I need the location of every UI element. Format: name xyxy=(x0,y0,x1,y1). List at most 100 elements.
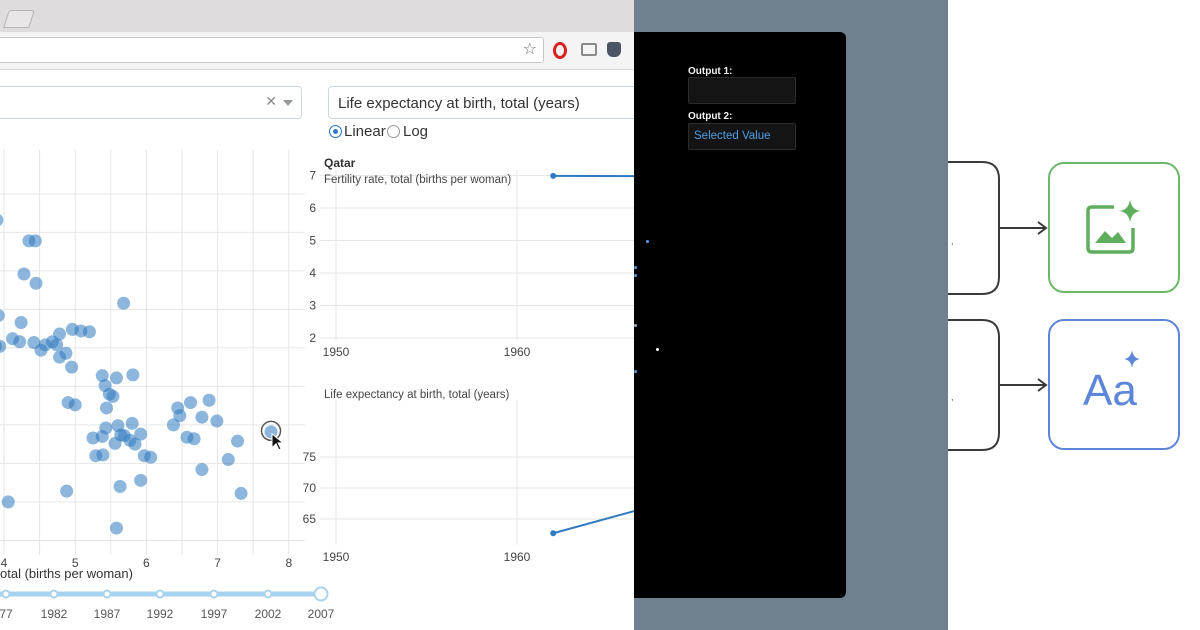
scatter-point xyxy=(1,495,15,509)
scatter-point xyxy=(0,214,4,226)
scatter-point xyxy=(68,398,82,412)
series-line xyxy=(553,174,634,178)
slider-mark xyxy=(155,589,165,599)
scatter-point xyxy=(95,429,109,443)
output2-label: Output 2: xyxy=(688,111,733,122)
y-tick-label: 5 xyxy=(309,234,316,248)
scatter-point xyxy=(137,449,151,463)
chart-dot xyxy=(634,324,637,327)
scatter-point xyxy=(96,448,110,462)
chevron-down-icon[interactable] xyxy=(283,100,293,106)
x-tick-label: 6 xyxy=(143,556,150,570)
radio-linear-label[interactable]: Linear xyxy=(344,123,386,140)
scatter-point xyxy=(106,389,120,403)
scatter-point xyxy=(0,339,7,353)
scatter-point xyxy=(29,276,43,290)
slider-year-label: 1982 xyxy=(41,607,68,621)
extension-icon[interactable] xyxy=(607,42,621,57)
chart-dot xyxy=(634,266,637,269)
cast-icon[interactable] xyxy=(581,43,597,56)
svg-text:Aa: Aa xyxy=(1083,366,1137,415)
address-bar[interactable]: ☆ xyxy=(0,37,544,63)
scatter-point xyxy=(100,401,114,415)
image-generation-node[interactable] xyxy=(1048,162,1180,293)
chart-y-label: Life expectancy at birth, total (years) xyxy=(324,389,510,401)
slider-mark xyxy=(49,589,59,599)
chart-dot xyxy=(634,370,637,373)
scatter-point xyxy=(234,486,248,500)
fertility-line-chart[interactable]: 2345671950196019701980QatarFertility rat… xyxy=(300,150,634,365)
x-tick-label: 1960 xyxy=(504,345,531,359)
slider-year-label: 1992 xyxy=(147,607,174,621)
series-point xyxy=(550,172,557,179)
x-tick-label: 8 xyxy=(285,556,292,570)
scatter-point xyxy=(13,335,27,349)
scatter-point xyxy=(109,521,123,535)
dark-app-window: Output 1: Output 2: Selected Value xyxy=(634,32,846,598)
scatter-point xyxy=(195,410,209,424)
opera-icon[interactable] xyxy=(553,42,567,59)
svg-text:,: , xyxy=(951,236,954,246)
scatter-point xyxy=(221,453,235,467)
scatter-point xyxy=(113,480,127,493)
image-sparkle-icon xyxy=(1086,199,1141,254)
output2-field[interactable]: Selected Value xyxy=(688,123,796,150)
output1-field[interactable] xyxy=(688,77,796,104)
scatter-point xyxy=(53,350,67,364)
new-tab-button[interactable] xyxy=(3,10,35,28)
scatter-point xyxy=(109,371,123,385)
tab-strip xyxy=(0,0,634,32)
x-tick-label: 1950 xyxy=(323,550,350,564)
scatter-point xyxy=(28,234,42,248)
chart-dot xyxy=(656,348,659,351)
scatter-point xyxy=(14,315,28,329)
scatter-x-label: otal (births per woman) xyxy=(0,566,133,581)
y-tick-label: 6 xyxy=(309,201,316,215)
x-tick-label: 1960 xyxy=(504,550,531,564)
bracket-connector xyxy=(948,319,1000,451)
y-tick-label: 2 xyxy=(309,331,316,345)
radio-linear[interactable] xyxy=(329,125,342,138)
y-tick-label: 70 xyxy=(303,481,317,495)
scatter-point xyxy=(202,393,216,407)
y-tick-label: 7 xyxy=(309,169,316,183)
x-tick-label: 7 xyxy=(214,556,221,570)
output2-value: Selected Value xyxy=(694,130,771,142)
scatter-point xyxy=(171,401,185,415)
scatter-point xyxy=(231,434,245,448)
year-slider[interactable]: 77 1982 1987 1992 1997 2002 2007 xyxy=(0,584,340,624)
chart-dot xyxy=(646,240,649,243)
y-tick-label: 65 xyxy=(303,512,317,526)
text-sparkle-icon: Aa xyxy=(1083,350,1140,415)
scatter-point xyxy=(128,437,142,451)
scatter-point xyxy=(195,463,209,477)
series-line xyxy=(552,510,634,535)
clear-icon[interactable]: ✕ xyxy=(265,93,277,110)
browser-window: ☆ ✕ Life expectancy at birth, total (yea… xyxy=(0,0,634,630)
indicator-dropdown[interactable]: Life expectancy at birth, total (years) xyxy=(328,86,634,119)
life-expectancy-line-chart[interactable]: 6570751950196019701980Life expectancy at… xyxy=(300,380,634,575)
screenshot-collage: ☆ ✕ Life expectancy at birth, total (yea… xyxy=(0,0,1200,630)
chart-y-label: Fertility rate, total (births per woman) xyxy=(324,174,511,186)
scatter-chart[interactable]: 45678 xyxy=(0,150,310,590)
scatter-point xyxy=(65,322,79,336)
scatter-point xyxy=(184,396,198,410)
scatter-point xyxy=(34,343,48,357)
bookmark-star-icon[interactable]: ☆ xyxy=(523,41,537,59)
radio-log-label[interactable]: Log xyxy=(403,123,428,140)
series-point xyxy=(550,530,557,537)
scatter-point xyxy=(114,428,128,442)
scatter-point xyxy=(65,360,79,374)
scatter-point xyxy=(60,484,74,498)
country-dropdown[interactable]: ✕ xyxy=(0,86,302,119)
y-tick-label: 4 xyxy=(309,266,316,280)
text-generation-node[interactable]: Aa xyxy=(1048,319,1180,450)
slider-year-label: 2002 xyxy=(255,607,282,621)
radio-log[interactable] xyxy=(387,125,400,138)
slider-year-label: 1997 xyxy=(201,607,228,621)
slider-mark xyxy=(102,589,112,599)
dark-app-panel: Output 1: Output 2: Selected Value xyxy=(634,0,948,630)
flow-diagram: , , Aa xyxy=(948,0,1200,630)
scatter-point xyxy=(125,416,139,430)
indicator-value: Life expectancy at birth, total (years) xyxy=(338,95,580,112)
